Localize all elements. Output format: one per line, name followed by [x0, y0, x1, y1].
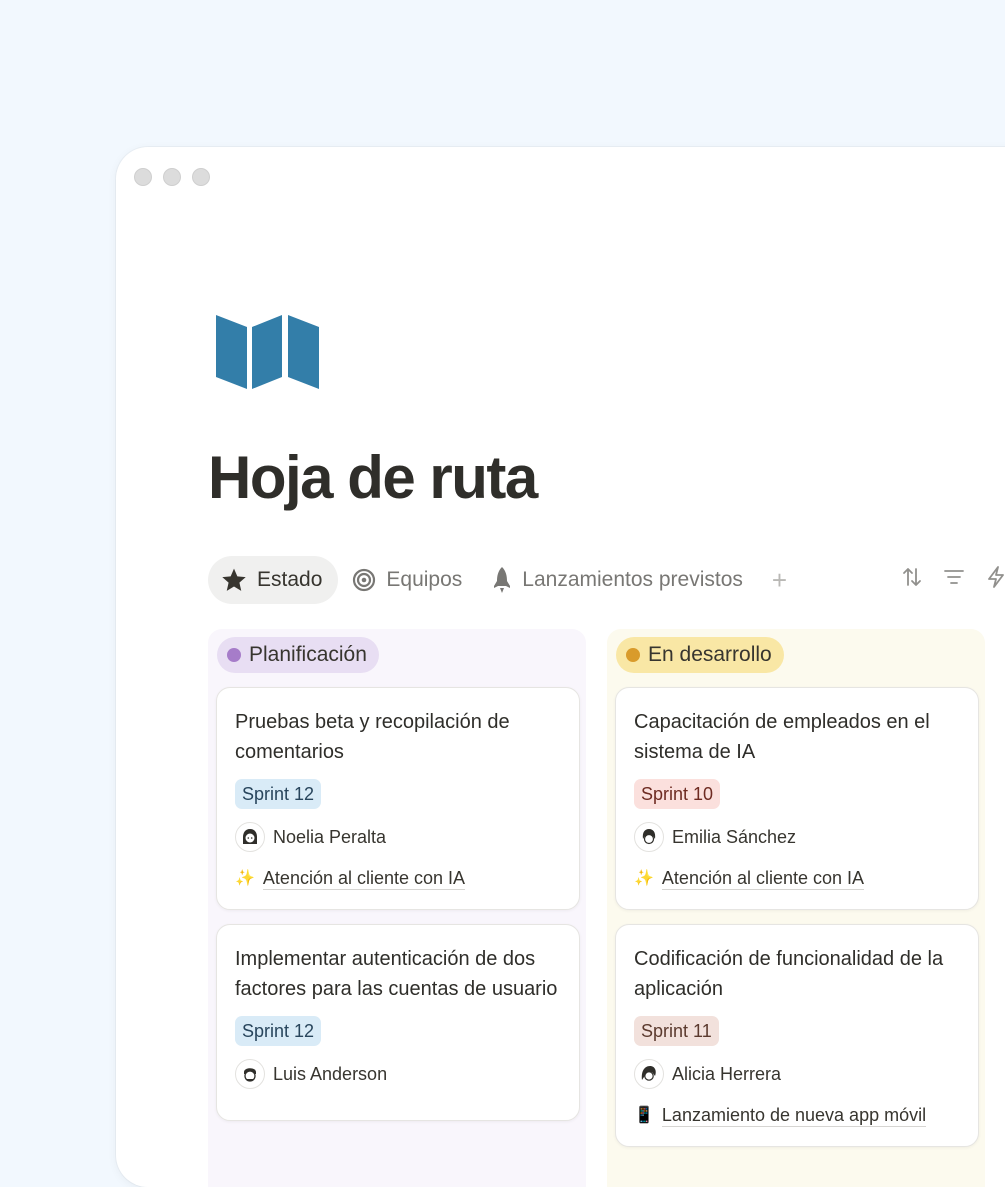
card-title: Codificación de funcionalidad de la apli… — [634, 948, 944, 1000]
sprint-tag: Sprint 12 — [235, 779, 322, 809]
board-card[interactable]: Pruebas beta y recopilación de comentari… — [216, 687, 580, 910]
status-dot — [227, 648, 241, 662]
relation-link[interactable]: Atención al cliente con IA — [661, 867, 865, 890]
tab-estado[interactable]: Estado — [208, 556, 339, 604]
board-card[interactable]: Implementar autenticación de dos factore… — [216, 924, 580, 1121]
assignee: Noelia Peralta — [235, 821, 561, 853]
tab-equipos[interactable]: Equipos — [339, 556, 478, 604]
board-card[interactable]: Codificación de funcionalidad de la apli… — [615, 924, 979, 1147]
project-relation[interactable]: ✨ Atención al cliente con IA — [634, 865, 960, 891]
tab-lanzamientos-previstos[interactable]: Lanzamientos previstos — [479, 556, 759, 604]
target-icon — [353, 568, 376, 592]
avatar — [235, 1059, 265, 1089]
tab-label: Equipos — [386, 568, 463, 591]
tab-label: Estado — [257, 568, 323, 591]
avatar — [235, 822, 265, 852]
maximize-window-button[interactable] — [192, 168, 210, 186]
assignee: Luis Anderson — [235, 1058, 561, 1090]
sprint-tag: Sprint 12 — [235, 1016, 322, 1046]
window-controls — [134, 168, 210, 186]
person-avatar-icon — [641, 1066, 656, 1081]
sort-icon[interactable] — [901, 566, 923, 588]
sprint-tag: Sprint 11 — [634, 1016, 719, 1046]
board-column-planificacion: Planificación Pruebas beta y recopilació… — [208, 629, 586, 1187]
filter-icon[interactable] — [943, 566, 965, 588]
assignee-name: Luis Anderson — [273, 1063, 388, 1084]
column-header[interactable]: En desarrollo — [616, 637, 784, 673]
status-dot — [626, 648, 640, 662]
minimize-window-button[interactable] — [163, 168, 181, 186]
column-label: En desarrollo — [648, 643, 772, 666]
mobile-phone-icon: 📱 — [634, 1107, 654, 1124]
card-title: Pruebas beta y recopilación de comentari… — [235, 711, 510, 763]
assignee-name: Noelia Peralta — [273, 826, 387, 847]
sprint-tag: Sprint 10 — [634, 779, 721, 809]
person-avatar-icon — [642, 829, 656, 845]
card-title: Capacitación de empleados en el sistema … — [634, 711, 930, 763]
add-view-button[interactable]: + — [772, 567, 787, 593]
star-icon — [222, 568, 246, 591]
board-card[interactable]: Capacitación de empleados en el sistema … — [615, 687, 979, 910]
map-icon[interactable] — [216, 315, 320, 391]
tab-label: Lanzamientos previstos — [522, 568, 743, 591]
column-header[interactable]: Planificación — [217, 637, 379, 673]
avatar — [634, 822, 664, 852]
person-avatar-icon — [243, 829, 257, 844]
app-window: Hoja de ruta Estado Equipos Lanzamientos… — [116, 147, 1005, 1187]
assignee-name: Emilia Sánchez — [672, 826, 797, 847]
column-label: Planificación — [249, 643, 367, 666]
card-title: Implementar autenticación de dos factore… — [235, 948, 558, 1000]
lightning-icon[interactable] — [985, 566, 1005, 588]
project-relation[interactable]: ✨ Atención al cliente con IA — [235, 865, 561, 891]
page-title[interactable]: Hoja de ruta — [208, 443, 538, 512]
toolbar — [901, 566, 1005, 588]
assignee: Alicia Herrera — [634, 1058, 960, 1090]
rocket-icon — [494, 567, 511, 593]
sparkles-icon: ✨ — [235, 870, 255, 887]
relation-link[interactable]: Lanzamiento de nueva app móvil — [661, 1104, 927, 1127]
view-tabs: Estado Equipos Lanzamientos previstos + — [208, 556, 787, 604]
board-column-en-desarrollo: En desarrollo Capacitación de empleados … — [607, 629, 985, 1187]
assignee-name: Alicia Herrera — [672, 1063, 782, 1084]
project-relation[interactable]: 📱 Lanzamiento de nueva app móvil — [634, 1102, 960, 1128]
avatar — [634, 1059, 664, 1089]
sparkles-icon: ✨ — [634, 870, 654, 887]
relation-link[interactable]: Atención al cliente con IA — [262, 867, 466, 890]
assignee: Emilia Sánchez — [634, 821, 960, 853]
person-avatar-icon — [244, 1068, 256, 1082]
close-window-button[interactable] — [134, 168, 152, 186]
